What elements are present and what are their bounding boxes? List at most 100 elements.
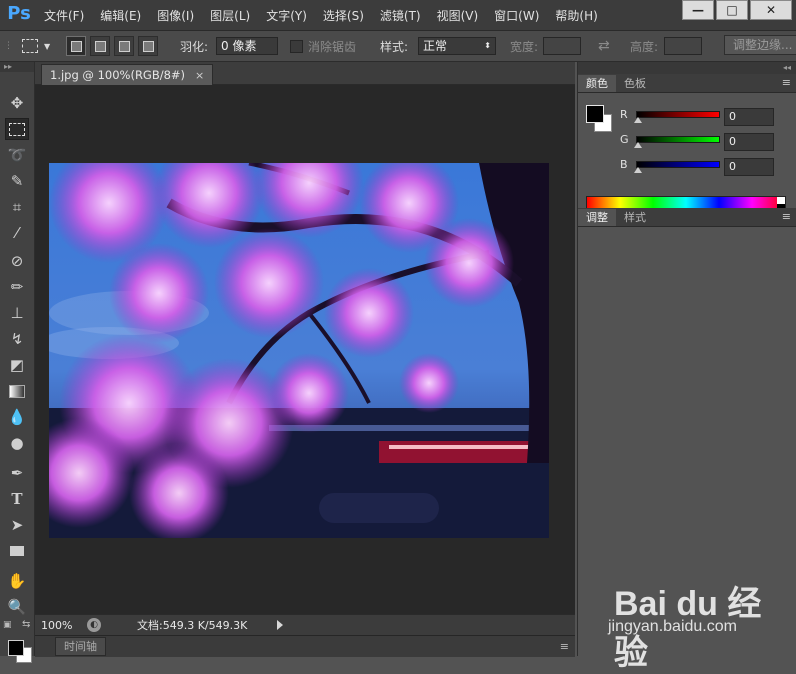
lasso-tool-icon[interactable]: ➰ <box>5 144 29 166</box>
channel-row-r: R 0 <box>620 107 790 129</box>
window-controls: — □ ✕ <box>680 0 792 20</box>
crop-tool-icon[interactable]: ⌗ <box>5 196 29 218</box>
menu-file[interactable]: 文件(F) <box>44 7 84 24</box>
marquee-tool-icon[interactable] <box>5 118 29 140</box>
menu-view[interactable]: 视图(V) <box>437 7 479 24</box>
type-tool-icon[interactable]: T <box>5 488 29 510</box>
add-selection-button[interactable] <box>90 36 110 56</box>
blur-tool-icon[interactable]: 💧 <box>5 406 29 428</box>
dodge-tool-icon[interactable]: ● <box>5 432 29 454</box>
menu-layer[interactable]: 图层(L) <box>210 7 250 24</box>
eyedropper-tool-icon[interactable]: ⁄ <box>5 222 29 244</box>
width-input[interactable] <box>543 37 581 55</box>
document-tab-bar: 1.jpg @ 100%(RGB/8#) × <box>35 62 575 85</box>
minimize-button[interactable]: — <box>682 0 714 20</box>
selection-mode-group <box>66 36 158 56</box>
rectangle-tool-icon[interactable] <box>5 540 29 562</box>
zoom-level[interactable]: 100% <box>35 619 81 632</box>
brush-tool-icon[interactable]: ✏ <box>5 276 29 298</box>
tools-panel: ▸▸ ✥ ➰ ✎ ⌗ ⁄ ⊘ ✏ ⊥ ↯ ◩ 💧 ● ✒ T ➤ ✋ 🔍 ▣ ⇆ <box>0 62 35 663</box>
marquee-preset-icon <box>22 39 38 53</box>
eraser-tool-icon[interactable]: ◩ <box>5 354 29 376</box>
channel-label: B <box>620 158 628 171</box>
options-bar: ⋮ ▼ 羽化: 0 像素 消除锯齿 样式: 正常 ⬍ 宽度: ⇄ 高度: 调整边… <box>0 31 796 62</box>
menu-type[interactable]: 文字(Y) <box>266 7 307 24</box>
photoshop-logo: Ps <box>7 3 31 24</box>
status-menu-arrow-icon[interactable] <box>277 620 284 630</box>
history-brush-icon[interactable]: ↯ <box>5 328 29 350</box>
menu-window[interactable]: 窗口(W) <box>494 7 539 24</box>
document-info[interactable]: 文档:549.3 K/549.3K <box>137 617 247 633</box>
feather-input[interactable]: 0 像素 <box>216 37 278 55</box>
antialias-option[interactable]: 消除锯齿 <box>290 37 356 55</box>
move-tool-icon[interactable]: ✥ <box>5 92 29 114</box>
close-tab-icon[interactable]: × <box>195 69 204 82</box>
slider-thumb-icon[interactable] <box>634 167 642 173</box>
refine-edge-button[interactable]: 调整边缘... <box>724 35 796 55</box>
timeline-tab[interactable]: 时间轴 <box>55 637 106 656</box>
document-tab[interactable]: 1.jpg @ 100%(RGB/8#) × <box>41 64 214 85</box>
menu-filter[interactable]: 滤镜(T) <box>380 7 421 24</box>
tab-adjustments[interactable]: 调整 <box>578 209 616 226</box>
foreground-color-swatch[interactable] <box>8 640 24 656</box>
channel-row-b: B 0 <box>620 157 790 179</box>
channel-value-b[interactable]: 0 <box>724 158 774 176</box>
channel-label: R <box>620 108 628 121</box>
quick-select-tool-icon[interactable]: ✎ <box>5 170 29 192</box>
channel-slider-r[interactable] <box>636 111 720 118</box>
color-panel-tabs: 颜色 色板 ≡ <box>578 74 796 93</box>
zoom-tool-icon[interactable]: 🔍 <box>5 596 29 618</box>
subtract-selection-button[interactable] <box>114 36 134 56</box>
document-image[interactable] <box>49 163 549 538</box>
swap-colors-icon[interactable]: ⇆ <box>22 619 30 630</box>
slider-thumb-icon[interactable] <box>634 117 642 123</box>
toolbar-grip[interactable]: ▸▸ <box>0 62 34 72</box>
menu-bar: Ps 文件(F) 编辑(E) 图像(I) 图层(L) 文字(Y) 选择(S) 滤… <box>0 0 796 31</box>
menu-image[interactable]: 图像(I) <box>157 7 194 24</box>
slider-thumb-icon[interactable] <box>634 142 642 148</box>
intersect-selection-button[interactable] <box>138 36 158 56</box>
menu-help[interactable]: 帮助(H) <box>555 7 597 24</box>
canvas-area[interactable] <box>35 85 575 614</box>
panel-menu-icon[interactable]: ≡ <box>782 210 791 223</box>
color-panel: R 0 G 0 B 0 <box>578 93 796 215</box>
channel-slider-g[interactable] <box>636 136 720 143</box>
hand-tool-icon[interactable]: ✋ <box>5 570 29 592</box>
channel-value-r[interactable]: 0 <box>724 108 774 126</box>
tool-preset-picker[interactable]: ▼ <box>22 37 50 55</box>
marquee-glyph <box>9 122 25 136</box>
healing-brush-icon[interactable]: ⊘ <box>5 250 29 272</box>
tab-styles[interactable]: 样式 <box>616 209 654 226</box>
style-select[interactable]: 正常 ⬍ <box>418 37 496 55</box>
menu-items: 文件(F) 编辑(E) 图像(I) 图层(L) 文字(Y) 选择(S) 滤镜(T… <box>44 7 614 24</box>
channel-slider-b[interactable] <box>636 161 720 168</box>
channel-value-g[interactable]: 0 <box>724 133 774 151</box>
status-bar: 100% ◐ 文档:549.3 K/549.3K <box>35 614 575 635</box>
close-button[interactable]: ✕ <box>750 0 792 20</box>
tab-swatches[interactable]: 色板 <box>616 75 654 92</box>
antialias-checkbox[interactable] <box>290 39 303 53</box>
style-label: 样式: <box>380 39 409 54</box>
maximize-button[interactable]: □ <box>716 0 748 20</box>
height-input[interactable] <box>664 37 702 55</box>
channel-row-g: G 0 <box>620 132 790 154</box>
new-selection-button[interactable] <box>66 36 86 56</box>
panel-menu-icon[interactable]: ≡ <box>782 76 791 89</box>
foreground-color-box[interactable] <box>586 105 604 123</box>
menu-select[interactable]: 选择(S) <box>323 7 364 24</box>
swap-dimensions-icon[interactable]: ⇄ <box>598 37 610 55</box>
pen-tool-icon[interactable]: ✒ <box>5 462 29 484</box>
path-select-icon[interactable]: ➤ <box>5 514 29 536</box>
clone-stamp-icon[interactable]: ⊥ <box>5 302 29 324</box>
default-colors-icon[interactable]: ▣ <box>3 620 12 630</box>
panel-menu-icon[interactable]: ≡ <box>560 640 569 653</box>
menu-edit[interactable]: 编辑(E) <box>100 7 141 24</box>
status-info-icon[interactable]: ◐ <box>87 618 101 632</box>
timeline-panel: 时间轴 ≡ <box>35 635 575 657</box>
adjust-panel-tabs: 调整 样式 ≡ <box>578 208 796 227</box>
tab-color[interactable]: 颜色 <box>578 75 616 92</box>
panel-grip[interactable]: ◂◂ <box>578 62 796 74</box>
gradient-tool-icon[interactable] <box>5 380 29 402</box>
options-grip-icon: ⋮ <box>4 41 13 51</box>
channel-label: G <box>620 133 629 146</box>
